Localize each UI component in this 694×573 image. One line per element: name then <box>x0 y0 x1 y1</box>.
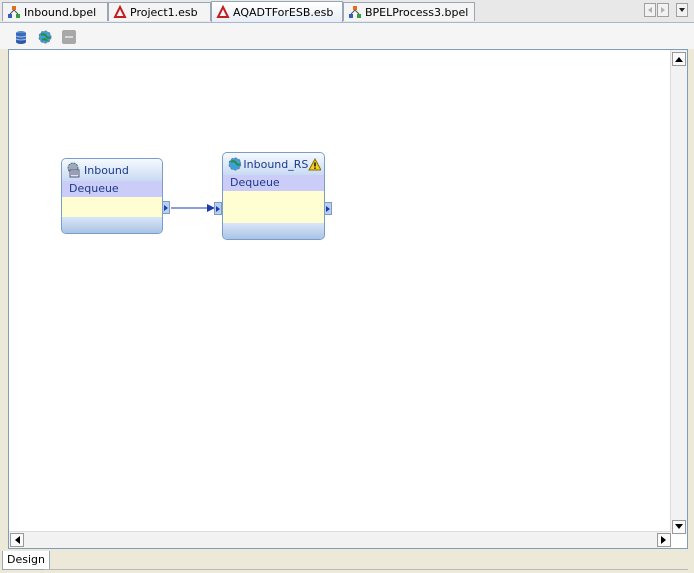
bpel-icon <box>8 6 20 18</box>
design-canvas[interactable]: Inbound Dequeue Inbound_RS Dequeue <box>8 49 688 549</box>
arrow-right-icon <box>164 204 168 211</box>
scroll-right-button[interactable] <box>657 533 671 547</box>
chevron-left-icon <box>648 7 652 13</box>
output-port[interactable] <box>162 201 170 214</box>
node-footer <box>223 223 324 239</box>
adapter-service-icon <box>67 162 80 178</box>
chevron-right-icon <box>661 7 665 13</box>
routing-service-icon <box>228 157 242 171</box>
tab-inbound-bpel[interactable]: Inbound.bpel <box>2 2 108 21</box>
tab-label: Project1.esb <box>130 5 198 19</box>
operation-dequeue[interactable]: Dequeue <box>62 181 162 197</box>
tab-aqadtforesb-esb[interactable]: AQADTForESB.esb <box>211 1 343 22</box>
tab-list-dropdown-button[interactable] <box>676 3 688 17</box>
arrow-right-icon <box>326 205 330 212</box>
node-body <box>223 191 324 223</box>
tab-bar-divider <box>44 551 688 570</box>
operation-dequeue[interactable]: Dequeue <box>223 175 324 191</box>
output-port[interactable] <box>324 202 332 215</box>
editor-tab-bar: Inbound.bpel Project1.esb AQADTForESB.es… <box>0 0 694 23</box>
design-toolbar <box>0 23 694 49</box>
node-body <box>62 197 162 217</box>
esb-icon <box>216 5 230 18</box>
arrow-up-icon <box>675 57 683 62</box>
view-tab-bar: Design <box>0 550 694 573</box>
node-title: Inbound_RS <box>243 157 309 171</box>
tab-bpelprocess3-bpel[interactable]: BPELProcess3.bpel <box>343 2 475 21</box>
node-footer <box>62 217 162 233</box>
tab-label: Inbound.bpel <box>24 5 97 19</box>
arrow-right-icon <box>216 205 220 212</box>
connector-arrow[interactable] <box>171 202 217 214</box>
warning-icon[interactable] <box>308 157 321 171</box>
scroll-tabs-left-button[interactable] <box>644 3 656 17</box>
chevron-down-icon <box>679 8 685 12</box>
database-adapter-icon[interactable] <box>14 30 28 44</box>
scroll-left-button[interactable] <box>10 533 24 547</box>
scroll-down-button[interactable] <box>672 520 686 534</box>
bpel-icon <box>349 6 361 18</box>
arrow-left-icon <box>15 536 20 544</box>
input-port[interactable] <box>214 202 222 215</box>
horizontal-scrollbar[interactable] <box>9 531 671 548</box>
node-header: Inbound <box>62 159 162 181</box>
tab-label: BPELProcess3.bpel <box>365 5 469 19</box>
remove-icon[interactable] <box>62 30 76 44</box>
tab-project1-esb[interactable]: Project1.esb <box>108 2 211 21</box>
service-node-inbound[interactable]: Inbound Dequeue <box>61 158 170 234</box>
node-title: Inbound <box>84 163 129 177</box>
arrow-right-icon <box>661 536 666 544</box>
node-header: Inbound_RS <box>223 153 324 175</box>
esb-icon <box>113 5 127 18</box>
tab-design[interactable]: Design <box>2 551 50 570</box>
web-service-icon[interactable] <box>38 30 52 44</box>
scroll-tabs-right-button[interactable] <box>657 3 669 17</box>
tab-label: AQADTForESB.esb <box>233 5 334 19</box>
arrow-down-icon <box>675 524 683 529</box>
vertical-scrollbar[interactable] <box>670 50 687 534</box>
service-node-inbound-rs[interactable]: Inbound_RS Dequeue <box>214 152 332 240</box>
scroll-up-button[interactable] <box>672 52 686 66</box>
